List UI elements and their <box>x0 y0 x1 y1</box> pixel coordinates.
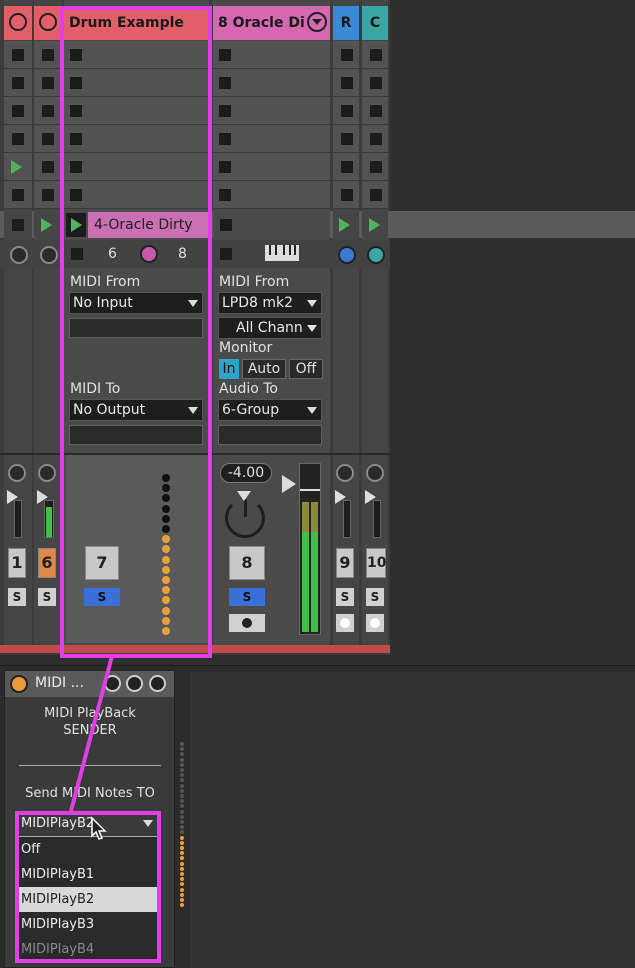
highlight-connector-line <box>69 655 114 812</box>
